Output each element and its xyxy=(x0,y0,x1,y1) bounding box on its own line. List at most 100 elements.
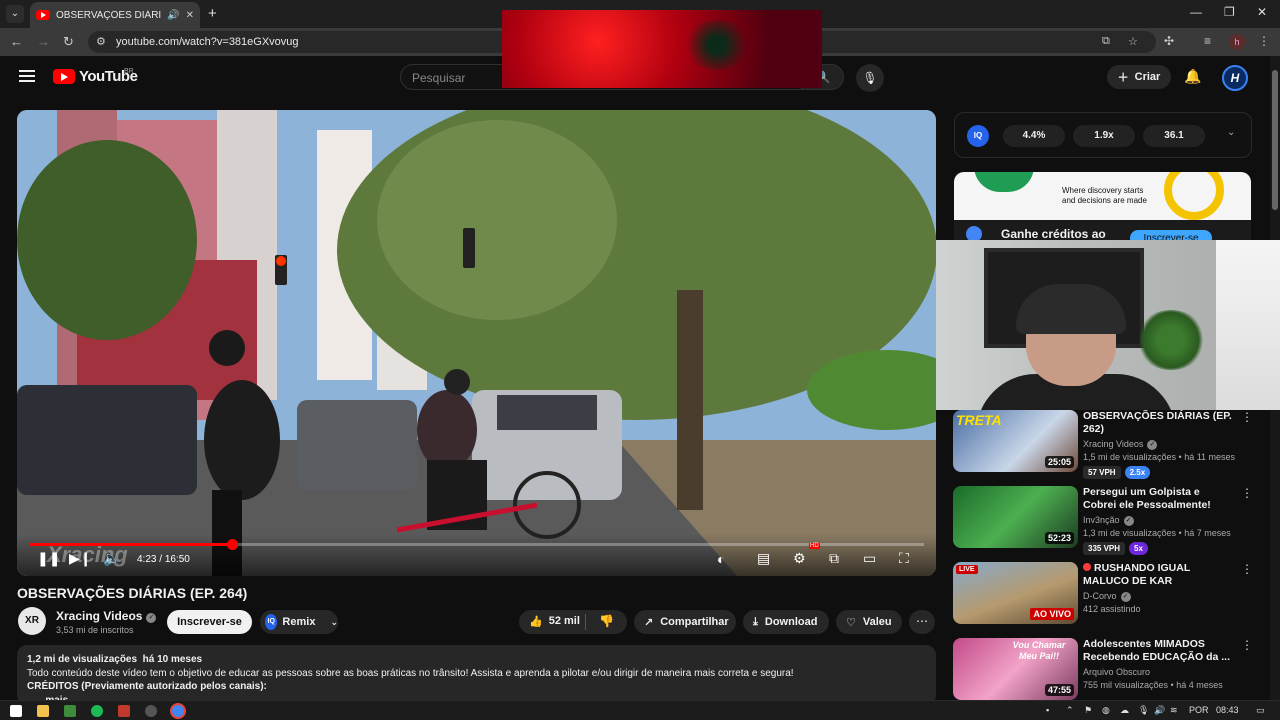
scrollbar-thumb[interactable] xyxy=(1272,70,1278,210)
description-box[interactable]: 1,2 mi de visualizações há 10 meses Todo… xyxy=(17,645,936,705)
app-icon[interactable] xyxy=(64,705,76,717)
notification-center-icon[interactable]: ▭ xyxy=(1256,705,1265,716)
site-info-icon[interactable]: ⚙ xyxy=(96,35,106,48)
thumbs-down-icon[interactable]: 👎 xyxy=(599,614,614,628)
forward-icon[interactable]: → xyxy=(37,34,50,49)
tray-mic-icon[interactable]: 🎙 xyxy=(1138,705,1149,716)
rec-title[interactable]: Adolescentes MIMADOS Recebendo EDUCAÇÃO … xyxy=(1083,638,1233,664)
video-thumbnail[interactable]: Vou Chamar Meu Pai!! 47:55 xyxy=(953,638,1078,700)
progress-bar[interactable] xyxy=(29,539,924,550)
channel-avatar[interactable]: XR xyxy=(18,607,46,635)
keyboard-language[interactable]: POR xyxy=(1189,705,1209,715)
menu-hamburger-icon[interactable] xyxy=(19,70,35,82)
more-vert-icon[interactable]: ⋮ xyxy=(1241,486,1253,500)
iq-logo[interactable]: IQ xyxy=(967,125,989,147)
duration-badge: 25:05 xyxy=(1044,456,1074,468)
create-button[interactable]: ＋ Criar xyxy=(1107,65,1171,89)
chevron-down-icon[interactable]: ⌄ xyxy=(1227,127,1235,138)
more-vert-icon[interactable]: ⋮ xyxy=(1241,410,1253,424)
rec-meta: 755 mil visualizações • há 4 meses xyxy=(1083,680,1223,690)
rec-title[interactable]: Persegui um Golpista e Cobrei ele Pessoa… xyxy=(1083,486,1233,512)
autoplay-toggle-icon[interactable]: ◐ xyxy=(717,551,725,567)
rec-channel-row[interactable]: Xracing Videos ✓ xyxy=(1083,439,1158,450)
chrome-icon[interactable] xyxy=(172,705,184,717)
clock[interactable]: 08:43 xyxy=(1216,705,1239,715)
more-vert-icon[interactable]: ⋮ xyxy=(1241,638,1253,652)
remix-button[interactable]: IQ Remix ⌄ xyxy=(260,610,338,634)
iq-stat-2[interactable]: 1.9x xyxy=(1073,125,1135,147)
close-tab-icon[interactable]: ✕ xyxy=(186,10,194,21)
tray-flag-icon[interactable]: ⚑ xyxy=(1084,705,1092,716)
tray-network-icon[interactable]: ◍ xyxy=(1102,705,1110,716)
video-thumbnail[interactable]: LIVE AO VIVO xyxy=(953,562,1078,624)
list-item[interactable]: 52:23 Persegui um Golpista e Cobrei ele … xyxy=(953,486,1253,555)
rec-title[interactable]: OBSERVAÇÕES DIÁRIAS (EP. 262) xyxy=(1083,410,1233,436)
new-tab-button[interactable]: + xyxy=(208,5,217,23)
rec-channel[interactable]: Xracing Videos xyxy=(1083,439,1143,449)
channel-name[interactable]: Xracing Videos xyxy=(56,609,142,623)
next-icon[interactable]: ▶❙ xyxy=(69,550,92,567)
media-control-icon[interactable]: ≡ xyxy=(1204,34,1211,48)
video-thumbnail[interactable]: 52:23 xyxy=(953,486,1078,548)
download-button[interactable]: ⤓ Download xyxy=(743,610,829,634)
windows-start-icon[interactable] xyxy=(10,705,22,717)
rec-title[interactable]: RUSHANDO IGUAL MALUCO DE KAR xyxy=(1083,562,1190,587)
like-button[interactable]: 👍 52 mil xyxy=(529,615,580,628)
video-thumbnail[interactable]: TRETA 25:05 xyxy=(953,410,1078,472)
tray-up-arrow-icon[interactable]: ⌃ xyxy=(1066,705,1074,716)
account-avatar[interactable]: H xyxy=(1222,65,1248,91)
share-button[interactable]: ↗ Compartilhar xyxy=(634,610,736,634)
obs-icon[interactable] xyxy=(145,705,157,717)
list-item[interactable]: TRETA 25:05 OBSERVAÇÕES DIÁRIAS (EP. 262… xyxy=(953,410,1253,479)
subscribe-button[interactable]: Inscrever-se xyxy=(167,610,252,634)
tab-title: OBSERVAÇÕES DIÁRIAS (EP. 264) xyxy=(56,9,162,21)
reload-icon[interactable]: ↻ xyxy=(63,34,74,50)
pause-icon[interactable]: ❚❚ xyxy=(37,550,60,567)
tray-wifi-icon[interactable]: ≋ xyxy=(1170,705,1178,716)
tray-volume-icon[interactable]: 🔊 xyxy=(1154,705,1165,716)
thanks-button[interactable]: ♡ Valeu xyxy=(836,610,902,634)
bookmark-star-icon[interactable]: ☆ xyxy=(1128,35,1138,48)
profile-avatar[interactable]: h xyxy=(1229,34,1245,50)
chevron-down-icon[interactable]: ⌄ xyxy=(330,617,338,628)
miniplayer-icon[interactable]: ⧉ xyxy=(829,550,839,567)
tray-cloud-icon[interactable]: ☁ xyxy=(1120,705,1129,716)
maximize-icon[interactable]: ❐ xyxy=(1224,5,1235,19)
iq-stat-1[interactable]: 4.4% xyxy=(1003,125,1065,147)
video-player[interactable]: Xracing ❚❚ ▶❙ 🔈 4:23 / 16:50 ◐ ▤ ⚙ HD ⧉ … xyxy=(17,110,936,576)
rec-channel-row[interactable]: Inv3nção ✓ xyxy=(1083,515,1134,526)
subtitles-icon[interactable]: ▤ xyxy=(757,550,770,567)
list-item[interactable]: Vou Chamar Meu Pai!! 47:55 Adolescentes … xyxy=(953,638,1253,702)
audio-icon[interactable]: 🔊 xyxy=(167,10,179,21)
remix-label: Remix xyxy=(282,616,316,628)
rec-channel-row[interactable]: D-Corvo ✓ xyxy=(1083,591,1131,602)
close-window-icon[interactable]: ✕ xyxy=(1257,5,1267,19)
back-icon[interactable]: ← xyxy=(10,34,23,49)
extensions-icon[interactable]: ✣ xyxy=(1164,34,1174,48)
theater-mode-icon[interactable]: ▭ xyxy=(863,550,876,567)
minimize-icon[interactable]: — xyxy=(1190,5,1202,19)
notifications-bell-icon[interactable]: 🔔 xyxy=(1184,68,1201,85)
spotify-icon[interactable] xyxy=(91,705,103,717)
volume-icon[interactable]: 🔈 xyxy=(103,550,120,567)
iq-stat-3[interactable]: 36.1 xyxy=(1143,125,1205,147)
fullscreen-icon[interactable]: ⛶ xyxy=(899,550,909,567)
more-actions-button[interactable]: ⋯ xyxy=(909,610,935,634)
rec-channel[interactable]: D-Corvo xyxy=(1083,591,1117,601)
news-app-icon[interactable] xyxy=(118,705,130,717)
settings-gear-icon[interactable]: ⚙ xyxy=(793,550,806,567)
install-app-icon[interactable]: ⧉ xyxy=(1102,35,1110,48)
chrome-menu-icon[interactable]: ⋮ xyxy=(1258,34,1270,48)
list-item[interactable]: LIVE AO VIVO RUSHANDO IGUAL MALUCO DE KA… xyxy=(953,562,1253,626)
rec-channel[interactable]: Arquivo Obscuro xyxy=(1083,667,1150,677)
more-vert-icon[interactable]: ⋮ xyxy=(1241,562,1253,576)
file-explorer-icon[interactable] xyxy=(37,705,49,717)
rec-channel[interactable]: Inv3nção xyxy=(1083,515,1120,525)
tray-app-icon[interactable]: ▪ xyxy=(1046,705,1049,715)
rec-title-row[interactable]: RUSHANDO IGUAL MALUCO DE KAR xyxy=(1083,562,1233,588)
tab-search-icon[interactable]: ⌄ xyxy=(6,5,24,23)
browser-tab[interactable]: OBSERVAÇÕES DIÁRIAS (EP. 264) 🔊 ✕ xyxy=(30,2,200,28)
channel-name-row[interactable]: Xracing Videos ✓ xyxy=(56,609,157,623)
multiplier-badge: 5x xyxy=(1129,542,1148,555)
voice-search-button[interactable]: 🎙 xyxy=(856,64,884,92)
